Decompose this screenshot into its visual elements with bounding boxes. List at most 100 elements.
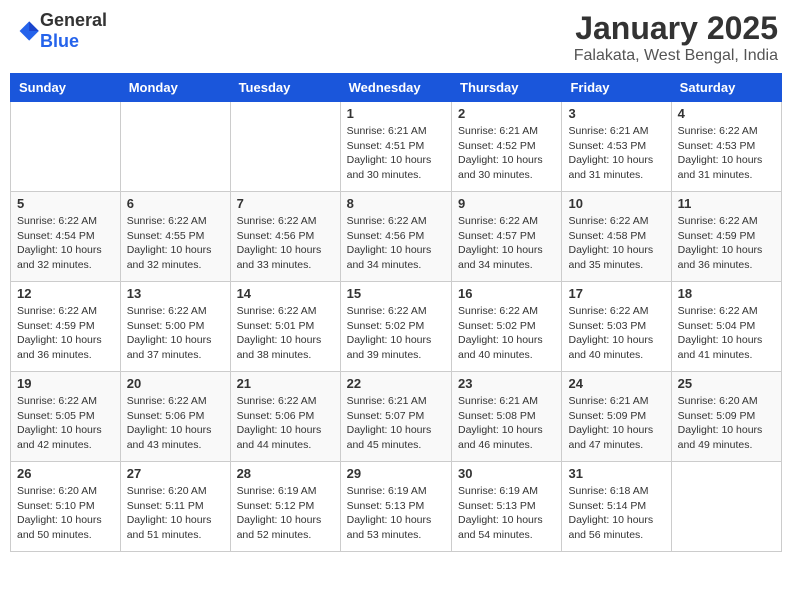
- calendar-cell: 22 Sunrise: 6:21 AMSunset: 5:07 PMDayligh…: [340, 372, 451, 462]
- calendar-week-row: 1Sunrise: 6:21 AMSunset: 4:51 PMDaylight…: [11, 102, 782, 192]
- day-detail: Sunrise: 6:21 AMSunset: 4:53 PMDaylight:…: [568, 124, 664, 183]
- logo-text-general: General: [40, 10, 107, 30]
- calendar-cell: 18Sunrise: 6:22 AMSunset: 5:04 PMDayligh…: [671, 282, 781, 372]
- calendar-cell: 25 Sunrise: 6:20 AMSunset: 5:09 PMDayligh…: [671, 372, 781, 462]
- calendar-cell: 23 Sunrise: 6:21 AMSunset: 5:08 PMDayligh…: [452, 372, 562, 462]
- day-number: 16: [458, 286, 555, 301]
- calendar-body: 1Sunrise: 6:21 AMSunset: 4:51 PMDaylight…: [11, 102, 782, 552]
- day-detail: Sunrise: 6:22 AMSunset: 4:57 PMDaylight:…: [458, 214, 555, 273]
- day-number: 26: [17, 466, 114, 481]
- calendar-cell: [230, 102, 340, 192]
- calendar-cell: 4 Sunrise: 6:22 AMSunset: 4:53 PMDaylight…: [671, 102, 781, 192]
- day-number: 24: [568, 376, 664, 391]
- day-number: 9: [458, 196, 555, 211]
- day-detail: Sunrise: 6:22 AMSunset: 5:03 PMDaylight:…: [568, 304, 664, 363]
- calendar-cell: 1Sunrise: 6:21 AMSunset: 4:51 PMDaylight…: [340, 102, 451, 192]
- calendar-cell: 14 Sunrise: 6:22 AMSunset: 5:01 PMDayligh…: [230, 282, 340, 372]
- day-detail: Sunrise: 6:22 AMSunset: 4:56 PMDaylight:…: [237, 214, 334, 273]
- day-number: 22: [347, 376, 445, 391]
- day-detail: Sunrise: 6:22 AMSunset: 4:56 PMDaylight:…: [347, 214, 445, 273]
- calendar-cell: 29 Sunrise: 6:19 AMSunset: 5:13 PMDayligh…: [340, 462, 451, 552]
- calendar-cell: 11Sunrise: 6:22 AMSunset: 4:59 PMDayligh…: [671, 192, 781, 282]
- col-saturday: Saturday: [671, 74, 781, 102]
- day-number: 8: [347, 196, 445, 211]
- day-detail: Sunrise: 6:22 AMSunset: 5:02 PMDaylight:…: [458, 304, 555, 363]
- day-detail: Sunrise: 6:22 AMSunset: 5:06 PMDaylight:…: [237, 394, 334, 453]
- day-number: 19: [17, 376, 114, 391]
- day-detail: Sunrise: 6:22 AMSunset: 5:00 PMDaylight:…: [127, 304, 224, 363]
- calendar-cell: 17 Sunrise: 6:22 AMSunset: 5:03 PMDayligh…: [562, 282, 671, 372]
- day-detail: Sunrise: 6:21 AMSunset: 5:09 PMDaylight:…: [568, 394, 664, 453]
- calendar-cell: 7 Sunrise: 6:22 AMSunset: 4:56 PMDaylight…: [230, 192, 340, 282]
- calendar-cell: 16 Sunrise: 6:22 AMSunset: 5:02 PMDayligh…: [452, 282, 562, 372]
- day-detail: Sunrise: 6:19 AMSunset: 5:12 PMDaylight:…: [237, 484, 334, 543]
- calendar-cell: 24 Sunrise: 6:21 AMSunset: 5:09 PMDayligh…: [562, 372, 671, 462]
- calendar-cell: 27 Sunrise: 6:20 AMSunset: 5:11 PMDayligh…: [120, 462, 230, 552]
- day-detail: Sunrise: 6:22 AMSunset: 4:54 PMDaylight:…: [17, 214, 114, 273]
- day-detail: Sunrise: 6:19 AMSunset: 5:13 PMDaylight:…: [347, 484, 445, 543]
- day-number: 10: [568, 196, 664, 211]
- calendar-cell: 5 Sunrise: 6:22 AMSunset: 4:54 PMDaylight…: [11, 192, 121, 282]
- day-number: 13: [127, 286, 224, 301]
- day-detail: Sunrise: 6:22 AMSunset: 4:59 PMDaylight:…: [17, 304, 114, 363]
- day-number: 21: [237, 376, 334, 391]
- title-area: January 2025 Falakata, West Bengal, Indi…: [574, 10, 778, 65]
- logo-icon: [16, 19, 40, 43]
- day-detail: Sunrise: 6:22 AMSunset: 5:01 PMDaylight:…: [237, 304, 334, 363]
- day-number: 15: [347, 286, 445, 301]
- day-number: 14: [237, 286, 334, 301]
- logo: General Blue: [14, 10, 107, 52]
- calendar-cell: 26Sunrise: 6:20 AMSunset: 5:10 PMDayligh…: [11, 462, 121, 552]
- day-number: 17: [568, 286, 664, 301]
- day-number: 7: [237, 196, 334, 211]
- col-tuesday: Tuesday: [230, 74, 340, 102]
- calendar-cell: 6Sunrise: 6:22 AMSunset: 4:55 PMDaylight…: [120, 192, 230, 282]
- day-number: 29: [347, 466, 445, 481]
- col-monday: Monday: [120, 74, 230, 102]
- calendar-cell: 2 Sunrise: 6:21 AMSunset: 4:52 PMDaylight…: [452, 102, 562, 192]
- col-wednesday: Wednesday: [340, 74, 451, 102]
- calendar-cell: 9 Sunrise: 6:22 AMSunset: 4:57 PMDaylight…: [452, 192, 562, 282]
- day-number: 27: [127, 466, 224, 481]
- day-number: 4: [678, 106, 775, 121]
- day-detail: Sunrise: 6:21 AMSunset: 4:52 PMDaylight:…: [458, 124, 555, 183]
- calendar-week-row: 19Sunrise: 6:22 AMSunset: 5:05 PMDayligh…: [11, 372, 782, 462]
- day-detail: Sunrise: 6:22 AMSunset: 4:55 PMDaylight:…: [127, 214, 224, 273]
- calendar-header-row: Sunday Monday Tuesday Wednesday Thursday…: [11, 74, 782, 102]
- header: General Blue January 2025 Falakata, West…: [10, 10, 782, 65]
- day-number: 2: [458, 106, 555, 121]
- calendar-cell: 13 Sunrise: 6:22 AMSunset: 5:00 PMDayligh…: [120, 282, 230, 372]
- day-detail: Sunrise: 6:22 AMSunset: 4:59 PMDaylight:…: [678, 214, 775, 273]
- calendar-week-row: 5 Sunrise: 6:22 AMSunset: 4:54 PMDaylight…: [11, 192, 782, 282]
- day-number: 18: [678, 286, 775, 301]
- day-detail: Sunrise: 6:22 AMSunset: 5:02 PMDaylight:…: [347, 304, 445, 363]
- calendar-week-row: 26Sunrise: 6:20 AMSunset: 5:10 PMDayligh…: [11, 462, 782, 552]
- calendar-cell: 20 Sunrise: 6:22 AMSunset: 5:06 PMDayligh…: [120, 372, 230, 462]
- day-number: 23: [458, 376, 555, 391]
- calendar-cell: 19Sunrise: 6:22 AMSunset: 5:05 PMDayligh…: [11, 372, 121, 462]
- calendar-cell: 12 Sunrise: 6:22 AMSunset: 4:59 PMDayligh…: [11, 282, 121, 372]
- calendar-cell: 3 Sunrise: 6:21 AMSunset: 4:53 PMDaylight…: [562, 102, 671, 192]
- day-number: 12: [17, 286, 114, 301]
- calendar-cell: [11, 102, 121, 192]
- day-detail: Sunrise: 6:20 AMSunset: 5:11 PMDaylight:…: [127, 484, 224, 543]
- col-sunday: Sunday: [11, 74, 121, 102]
- calendar-table: Sunday Monday Tuesday Wednesday Thursday…: [10, 73, 782, 552]
- day-detail: Sunrise: 6:22 AMSunset: 5:06 PMDaylight:…: [127, 394, 224, 453]
- day-number: 28: [237, 466, 334, 481]
- day-detail: Sunrise: 6:21 AMSunset: 5:07 PMDaylight:…: [347, 394, 445, 453]
- day-number: 20: [127, 376, 224, 391]
- calendar-cell: 10 Sunrise: 6:22 AMSunset: 4:58 PMDayligh…: [562, 192, 671, 282]
- col-thursday: Thursday: [452, 74, 562, 102]
- day-detail: Sunrise: 6:21 AMSunset: 5:08 PMDaylight:…: [458, 394, 555, 453]
- calendar-cell: [671, 462, 781, 552]
- day-detail: Sunrise: 6:20 AMSunset: 5:09 PMDaylight:…: [678, 394, 775, 453]
- day-number: 3: [568, 106, 664, 121]
- calendar-cell: [120, 102, 230, 192]
- calendar-cell: 30Sunrise: 6:19 AMSunset: 5:13 PMDayligh…: [452, 462, 562, 552]
- day-number: 25: [678, 376, 775, 391]
- day-number: 5: [17, 196, 114, 211]
- day-detail: Sunrise: 6:22 AMSunset: 4:53 PMDaylight:…: [678, 124, 775, 183]
- day-detail: Sunrise: 6:22 AMSunset: 4:58 PMDaylight:…: [568, 214, 664, 273]
- calendar-cell: 31Sunrise: 6:18 AMSunset: 5:14 PMDayligh…: [562, 462, 671, 552]
